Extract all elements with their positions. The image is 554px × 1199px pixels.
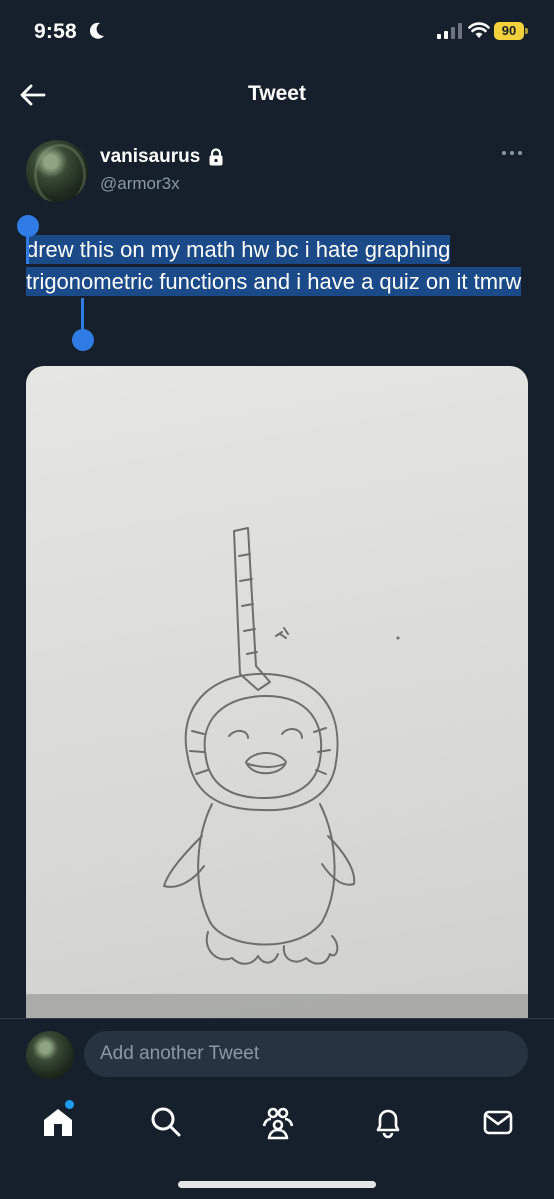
author-name[interactable]: vanisaurus — [100, 146, 200, 168]
more-options-icon[interactable] — [500, 148, 524, 158]
tab-home[interactable] — [38, 1100, 78, 1142]
time-label: 9:58 — [34, 20, 77, 43]
cellular-signal-icon — [437, 23, 462, 39]
author-handle[interactable]: @armor3x — [100, 174, 180, 194]
user-avatar — [26, 1031, 74, 1079]
status-bar: 9:58 90 — [0, 0, 554, 66]
author-name-row: vanisaurus — [100, 146, 224, 168]
battery-level: 90 — [494, 22, 524, 40]
status-time: 9:58 — [34, 20, 105, 44]
add-tweet-input[interactable] — [84, 1031, 528, 1077]
tab-notifications[interactable] — [368, 1102, 408, 1142]
phone-screen: 9:58 90 Tweet vanisaurus @armor3x drew t… — [0, 0, 554, 1199]
tab-communities[interactable] — [258, 1102, 298, 1142]
communities-icon — [262, 1107, 294, 1140]
tweet-author: vanisaurus @armor3x — [26, 138, 534, 208]
battery-indicator: 90 — [494, 22, 528, 40]
reply-compose-bar — [0, 1018, 554, 1089]
tab-messages[interactable] — [478, 1102, 518, 1142]
wifi-icon — [468, 22, 490, 38]
tweet-text[interactable]: drew this on my math hw bc i hate graphi… — [26, 234, 526, 298]
notifications-icon — [376, 1109, 400, 1139]
lock-icon — [209, 148, 223, 166]
page-title: Tweet — [248, 82, 306, 105]
selection-start-handle[interactable] — [17, 215, 39, 237]
tweet-image[interactable] — [26, 366, 528, 1026]
home-notification-dot — [65, 1100, 74, 1109]
messages-icon — [483, 1110, 513, 1135]
focus-moon-icon — [89, 22, 104, 39]
nav-header: Tweet — [0, 66, 554, 122]
penguin-drawing — [26, 527, 528, 1026]
tweet-text-selection: drew this on my math hw bc i hate graphi… — [26, 235, 522, 296]
search-icon — [151, 1107, 181, 1137]
tab-search[interactable] — [146, 1102, 186, 1142]
avatar[interactable] — [26, 140, 88, 202]
selection-end-handle[interactable] — [72, 329, 94, 351]
home-indicator[interactable] — [178, 1181, 376, 1188]
battery-tip — [525, 28, 528, 34]
